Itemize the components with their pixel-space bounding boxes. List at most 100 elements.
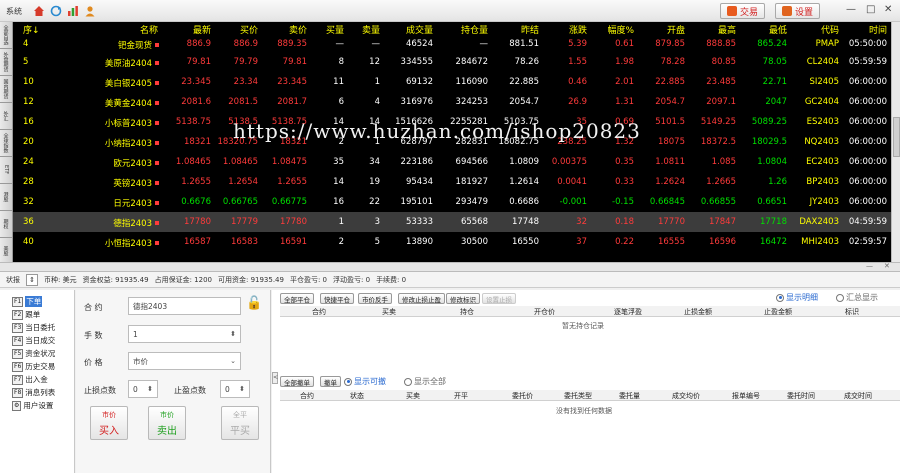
close-position-button[interactable]: 全平 平买 [221,406,259,440]
nav-item[interactable]: F2 跟单 [0,308,74,321]
cell-high: 888.85 [706,39,736,49]
column-header[interactable]: 委托价 [512,391,533,401]
side-tab[interactable]: 港股 [0,184,12,211]
side-tab[interactable]: ETF [0,157,12,184]
column-header[interactable]: 止损金额 [684,307,712,317]
settings-button[interactable]: 设置 [775,3,821,19]
cell-bidv: 6 [338,97,344,107]
column-header[interactable]: 合约 [312,307,326,317]
position-action-button[interactable]: 市价反手 [358,293,392,304]
cell-time: 06:00:00 [848,197,887,207]
gear-icon [782,6,792,16]
side-tab[interactable]: 全球指数 [0,130,12,157]
collapse-icon[interactable]: — [866,262,873,270]
spinner-icon[interactable]: ⬍ [230,330,236,338]
nav-item[interactable]: ⚙ 用户设置 [0,399,74,412]
status-toggle-icon[interactable]: ⇕ [26,273,38,286]
position-action-button[interactable]: 全部平仓 [280,293,314,304]
position-action-button[interactable]: 设置止损 [482,293,516,304]
table-row[interactable]: 20 小纳指2403 18321 18320.75 18321 2 1 628797 28283… [13,132,891,152]
show-all-radio[interactable]: 显示全部 [404,376,446,387]
table-row[interactable]: 4 钯金现货 886.9 886.9 889.35 — — 46524 — 881.51 5.39 0… [13,34,891,54]
table-row[interactable]: 24 欧元2403 1.08465 1.08465 1.08475 35 34 223186 6… [13,152,891,172]
quote-scrollbar[interactable] [891,22,900,262]
chart-icon[interactable] [66,4,79,17]
nav-item[interactable]: F5 资金状况 [0,347,74,360]
nav-item[interactable]: F7 出入金 [0,373,74,386]
table-row[interactable]: 28 英镑2403 1.2655 1.2654 1.2655 14 19 95434 18192… [13,172,891,192]
position-action-button[interactable]: 快捷平仓 [320,293,354,304]
column-header[interactable]: 逐笔浮盈 [614,307,642,317]
column-header[interactable]: 委托类型 [564,391,592,401]
column-header[interactable]: 持仓 [460,307,474,317]
cell-askv: 12 [369,57,380,67]
nav-item[interactable]: F8 消息列表 [0,386,74,399]
view-summary-radio[interactable]: 汇总显示 [836,292,878,303]
scrollbar-thumb[interactable] [893,117,900,157]
minimize-button[interactable]: — [846,4,856,15]
table-row[interactable]: 36 德指2403 17780 17779 17780 1 3 53333 65568 17748… [13,212,891,232]
user-icon[interactable] [83,4,96,17]
cell-chg: 1.55 [568,57,587,67]
nav-item[interactable]: F6 历史交易 [0,360,74,373]
refresh-icon[interactable] [49,4,62,17]
cell-open: 16555 [657,237,685,247]
position-action-button[interactable]: 修改标识 [446,293,480,304]
column-header[interactable]: 标识 [845,307,859,317]
qty-spinner[interactable]: 1 ⬍ [128,325,241,343]
column-header[interactable]: 买卖 [382,307,396,317]
maximize-button[interactable]: □ [866,4,875,15]
side-tab[interactable]: 外汇 [0,103,12,130]
column-header[interactable]: 委托量 [619,391,640,401]
table-row[interactable]: 16 小标普2403 5138.75 5138.5 5138.75 14 14 1516626… [13,112,891,132]
contract-select[interactable]: 德指2403 [128,297,241,315]
chevron-down-icon[interactable]: ⌄ [230,357,236,365]
column-header[interactable]: 开平 [454,391,468,401]
table-row[interactable]: 10 美白银2405 23.345 23.34 23.345 11 1 69132 116090… [13,72,891,92]
column-header[interactable]: 委托时间 [787,391,815,401]
close-button[interactable]: ✕ [884,4,892,15]
spinner-icon[interactable]: ⬍ [239,385,245,393]
nav-item[interactable]: F1 下单 [0,295,74,308]
splitter-handle[interactable]: < [272,372,278,384]
position-action-button[interactable]: 修改止损止盈 [398,293,445,304]
table-row[interactable]: 40 小恒指2403 16587 16583 16591 2 5 13890 30500 1655… [13,232,891,252]
nav-item[interactable]: F3 当日委托 [0,321,74,334]
sell-button[interactable]: 市价 卖出 [148,406,186,440]
close-panel-icon[interactable]: ✕ [884,262,890,270]
nav-item[interactable]: F4 当日成交 [0,334,74,347]
column-header[interactable]: 成交均价 [672,391,700,401]
table-row[interactable]: 32 日元2403 0.6676 0.66765 0.66775 16 22 195101 29… [13,192,891,212]
buy-button[interactable]: 市价 买入 [90,406,128,440]
table-row[interactable]: 12 美黄金2404 2081.6 2081.5 2081.7 6 4 316976 32425… [13,92,891,112]
take-profit-input[interactable]: 0 ⬍ [220,380,250,398]
column-header[interactable]: 报单编号 [732,391,760,401]
column-header[interactable]: 成交时间 [844,391,872,401]
spinner-icon[interactable]: ⬍ [147,385,153,393]
column-header[interactable]: 状态 [350,391,364,401]
view-detail-radio[interactable]: 显示明细 [776,292,818,303]
side-tab[interactable]: 外盘期货 [0,49,12,76]
cell-chg: 5.39 [568,39,587,49]
column-header[interactable]: 开仓价 [534,307,555,317]
home-icon[interactable] [32,4,45,17]
show-cancelable-radio[interactable]: 显示可撤 [344,376,386,387]
cell-ask: 23.345 [277,77,307,87]
order-action-button[interactable]: 撤单 [320,376,341,387]
system-menu[interactable]: 系统 [6,6,22,17]
column-header[interactable]: 买卖 [406,391,420,401]
side-tab[interactable]: 全部自选 [0,22,12,49]
column-header[interactable]: 合约 [300,391,314,401]
order-action-button[interactable]: 全部撤单 [280,376,314,387]
table-row[interactable]: 5 美原油2404 79.81 79.79 79.81 8 12 334555 284672 78… [13,52,891,72]
lock-icon[interactable]: 🔓 [246,296,262,311]
stop-loss-input[interactable]: 0 ⬍ [128,380,158,398]
cell-time: 04:59:59 [848,217,887,227]
trade-button[interactable]: 交易 [720,3,766,19]
cell-last: 5138.75 [175,117,211,127]
price-select[interactable]: 市价 ⌄ [128,352,241,370]
side-tab[interactable]: 期权 [0,211,12,238]
side-tab[interactable]: 美股 [0,238,12,265]
side-tab[interactable]: 国内期货 [0,76,12,103]
column-header[interactable]: 止盈金额 [764,307,792,317]
